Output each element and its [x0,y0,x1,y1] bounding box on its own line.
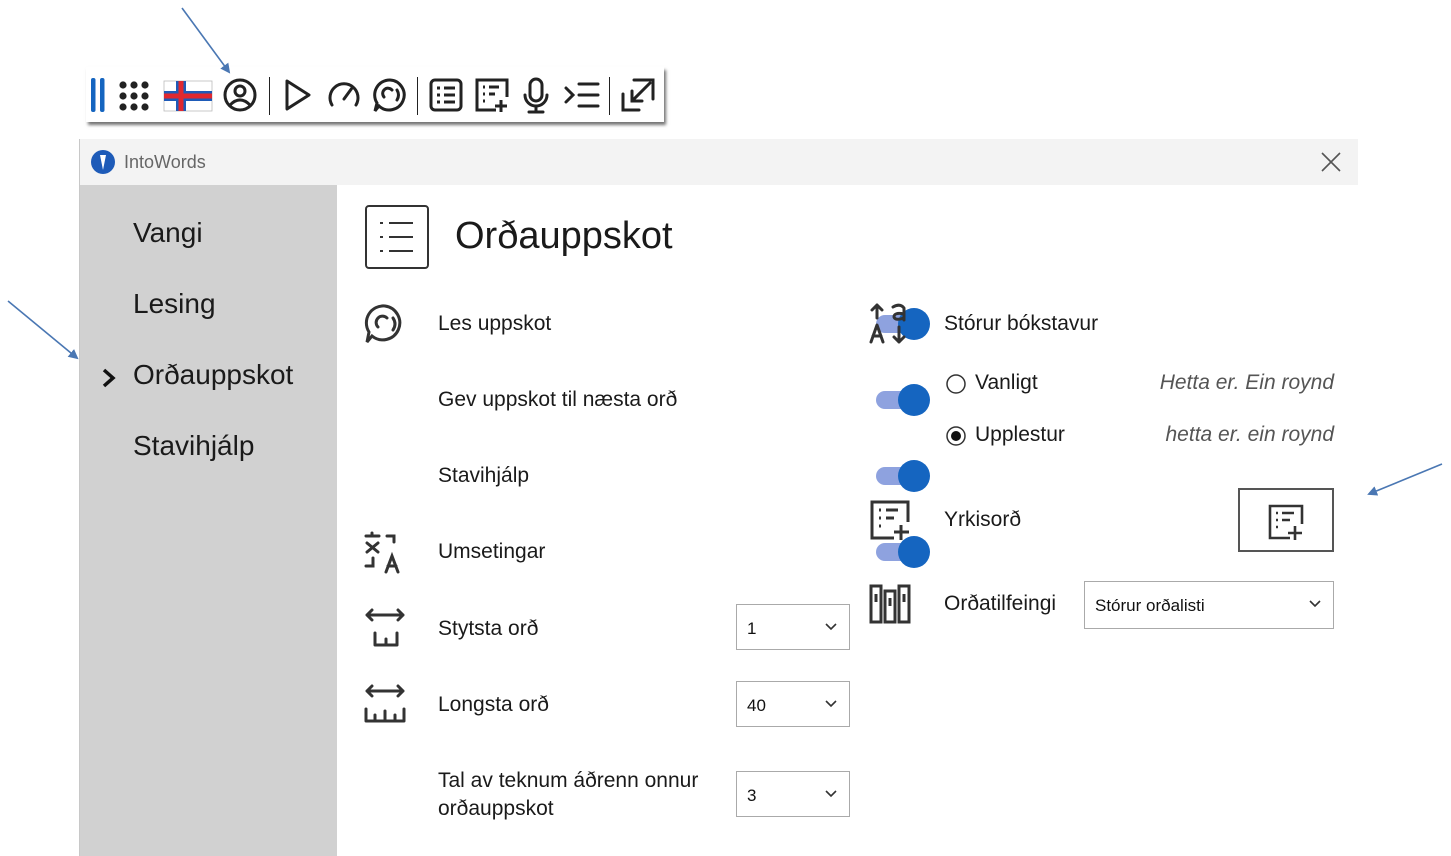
spell-help-label: Stavihjálp [438,464,530,487]
close-icon[interactable] [1318,149,1344,175]
profile-icon[interactable] [220,75,260,115]
microphone-icon[interactable] [516,75,556,115]
floating-toolbar [86,67,664,122]
page-title: Orðauppskot [455,215,673,257]
intowords-window: IntoWords Vangi Lesing Orðauppskot Stavi… [79,139,1358,856]
annotation-arrow-sidebar [7,300,79,360]
next-word-label: Gev uppskot til næsta orð [438,388,678,411]
sample-upplestur: hetta er. ein roynd [1165,423,1335,446]
sidebar-item-vangi[interactable]: Vangi [133,217,203,249]
dictionary-select[interactable]: Stórur orðalisti [1084,581,1334,629]
title-bar: IntoWords [80,139,1358,185]
shortest-word-label: Stytsta orð [438,617,539,640]
radio-vanligt[interactable] [945,373,967,395]
radio-upplestur-label[interactable]: Upplestur [975,423,1065,447]
custom-words-icon[interactable] [472,75,512,115]
shortest-word-value: 1 [747,619,757,638]
longest-word-value: 40 [747,696,766,715]
dictionary-icon [868,582,912,626]
add-custom-word-button[interactable] [1238,488,1334,552]
text-case-icon [868,302,912,346]
sample-vanligt: Hetta er. Ein roynd [1159,371,1334,394]
translations-toggle[interactable] [876,536,930,568]
capital-letter-label: Stórur bókstavur [944,312,1099,335]
custom-words-icon [868,498,912,542]
faroese-flag-icon[interactable] [162,75,214,115]
radio-upplestur[interactable] [945,425,967,447]
sidebar-item-ordauppskot[interactable]: Orðauppskot [133,359,293,391]
shortest-word-select[interactable]: 1 [736,604,850,650]
sidebar-item-lesing[interactable]: Lesing [133,288,216,320]
minimize-icon[interactable] [618,75,658,115]
sidebar-item-stavihjalp[interactable]: Stavihjálp [133,430,254,462]
intowords-logo-icon [91,150,115,174]
chars-before-label-line1: Tal av teknum áðrenn onnur [438,769,699,792]
dictionary-label: Orðatilfeingi [944,592,1057,615]
custom-words-label: Yrkisorð [944,508,1022,531]
sidebar: Vangi Lesing Orðauppskot Stavihjálp [80,185,337,856]
translations-label: Umsetingar [438,540,546,563]
custom-words-icon [1268,504,1304,540]
read-suggestions-icon [363,302,407,346]
word-list-icon[interactable] [426,75,466,115]
speed-icon[interactable] [324,75,364,115]
chars-before-label-line2: orðauppskot [438,797,554,820]
radio-vanligt-label[interactable]: Vanligt [975,371,1038,395]
next-word-toggle[interactable] [876,384,930,416]
toolbar-separator [269,77,270,115]
text-indent-icon[interactable] [562,75,602,115]
annotation-arrow-custom-words [1367,463,1443,496]
toolbar-separator [417,77,418,115]
app-grid-icon[interactable] [114,75,154,115]
chars-before-value: 3 [747,786,757,805]
long-word-icon [363,681,407,725]
annotation-arrow-profile [181,7,231,74]
settings-content: Orðauppskot Les uppskot Gev uppskot til … [337,185,1358,856]
window-title: IntoWords [124,152,206,172]
toolbar-separator [609,77,610,115]
spell-help-toggle[interactable] [876,460,930,492]
chevron-right-icon [100,367,118,389]
translate-icon [363,530,407,574]
read-suggestions-label: Les uppskot [438,312,552,335]
longest-word-label: Longsta orð [438,693,549,716]
longest-word-select[interactable]: 40 [736,681,850,727]
word-list-icon [365,205,429,269]
chars-before-select[interactable]: 3 [736,771,850,817]
short-word-icon [363,605,407,649]
play-icon[interactable] [276,75,316,115]
read-suggestions-icon[interactable] [370,75,410,115]
dictionary-value: Stórur orðalisti [1095,596,1205,615]
